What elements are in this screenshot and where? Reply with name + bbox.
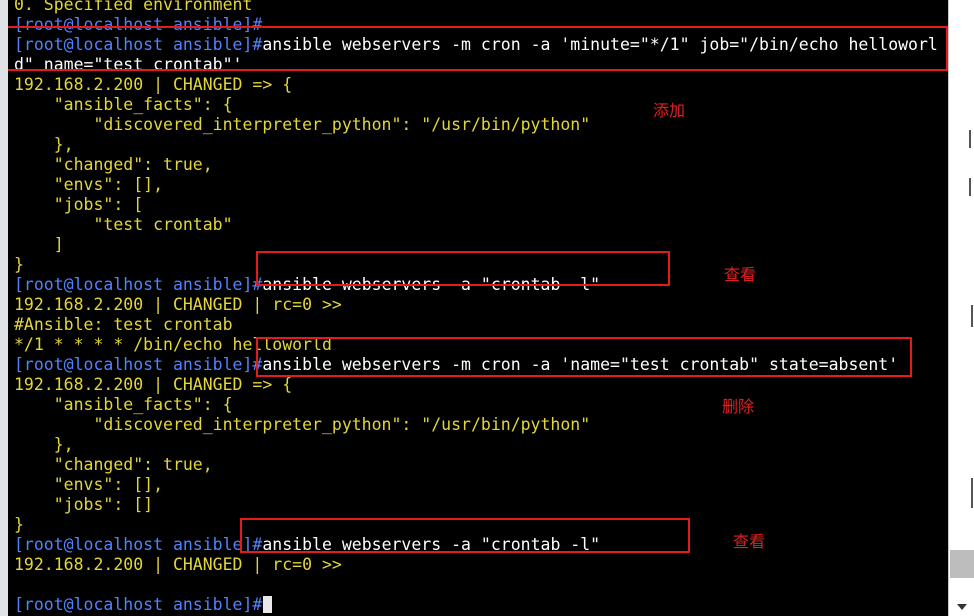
highlight-box-add-command	[8, 26, 948, 71]
terminal-line: #Ansible: test crontab	[14, 315, 233, 334]
panel-tick	[969, 178, 971, 196]
terminal-line: "discovered_interpreter_python": "/usr/b…	[14, 415, 591, 434]
terminal-line: },	[14, 435, 74, 454]
terminal-line: "discovered_interpreter_python": "/usr/b…	[14, 115, 591, 134]
terminal-line: "ansible_facts": {	[14, 395, 233, 414]
terminal-line: 192.168.2.200 | CHANGED | rc=0 >>	[14, 295, 342, 314]
annotation-delete: 删除	[722, 397, 755, 416]
annotation-view-2: 查看	[733, 532, 766, 551]
panel-tick	[971, 478, 973, 508]
shell-prompt: [root@localhost ansible]#	[14, 535, 263, 554]
terminal-line: "envs": [],	[14, 475, 164, 494]
annotation-add: 添加	[653, 101, 686, 120]
annotation-view: 查看	[724, 265, 757, 284]
terminal-line: "changed": true,	[14, 155, 213, 174]
highlight-box-list-command-2	[240, 518, 690, 553]
terminal-line: "ansible_facts": {	[14, 95, 233, 114]
panel-tick	[971, 305, 973, 327]
scrollbar-thumb[interactable]	[950, 550, 974, 578]
terminal-line: 192.168.2.200 | CHANGED => {	[14, 375, 293, 394]
text-cursor	[263, 596, 273, 613]
shell-prompt: [root@localhost ansible]#	[14, 595, 263, 614]
terminal-line: "changed": true,	[14, 455, 213, 474]
shell-prompt: [root@localhost ansible]#	[14, 355, 263, 374]
terminal-line: "test crontab"	[14, 215, 233, 234]
terminal-line: 0. Specified environment	[14, 0, 253, 14]
panel-tick	[969, 130, 971, 148]
terminal-line: "jobs": []	[14, 495, 154, 514]
terminal-input-line[interactable]: [root@localhost ansible]#	[14, 595, 938, 615]
highlight-box-remove-command	[256, 337, 912, 377]
shell-prompt: [root@localhost ansible]#	[14, 275, 263, 294]
terminal-line: "jobs": [	[14, 195, 144, 214]
scroll-down-arrow-icon[interactable]	[957, 604, 967, 610]
terminal-window[interactable]: 0. Specified environment [root@localhost…	[8, 0, 948, 616]
terminal-line: "envs": [],	[14, 175, 164, 194]
terminal-line: 192.168.2.200 | CHANGED => {	[14, 75, 293, 94]
right-side-panel	[948, 0, 974, 616]
highlight-box-list-command	[256, 251, 670, 286]
terminal-line: 192.168.2.200 | CHANGED | rc=0 >>	[14, 555, 342, 574]
terminal-line: },	[14, 135, 74, 154]
